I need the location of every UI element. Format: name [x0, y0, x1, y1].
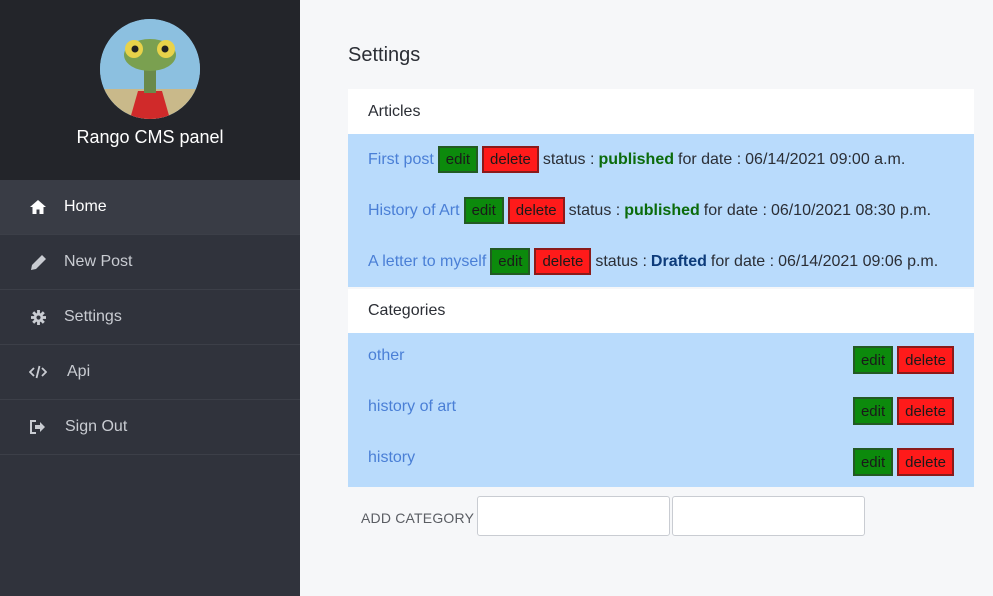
- categories-list: other edit delete history of art edit de…: [348, 333, 974, 487]
- delete-button[interactable]: delete: [481, 146, 539, 173]
- article-row: First post edit delete status : publishe…: [348, 134, 974, 185]
- edit-button[interactable]: edit: [490, 248, 531, 275]
- category-name-input[interactable]: [477, 496, 670, 536]
- sidebar-item-home[interactable]: Home: [0, 180, 300, 235]
- code-icon: [29, 363, 47, 381]
- date-value: 06/14/2021 09:00 a.m.: [745, 150, 906, 168]
- sidebar-nav: Home New Post Settings Api Sign Out: [0, 180, 300, 455]
- date-label: for date :: [703, 201, 767, 219]
- sidebar-item-label: Settings: [64, 308, 122, 325]
- delete-button[interactable]: delete: [897, 397, 954, 425]
- edit-button[interactable]: edit: [852, 448, 894, 476]
- category-description-input[interactable]: [672, 496, 865, 536]
- sign-out-icon: [29, 418, 47, 436]
- date-value: 06/10/2021 08:30 p.m.: [770, 201, 932, 219]
- brand-title: Rango CMS panel: [76, 127, 224, 147]
- sidebar-item-label: New Post: [64, 253, 133, 270]
- delete-button[interactable]: delete: [507, 197, 565, 224]
- sidebar: Rango CMS panel Home New Post Settings A…: [0, 0, 300, 596]
- category-row: other edit delete: [348, 333, 974, 384]
- status-label: status :: [568, 201, 621, 219]
- gear-icon: [29, 308, 47, 326]
- date-label: for date :: [710, 252, 775, 270]
- status-label: status :: [595, 252, 647, 270]
- category-link[interactable]: other: [368, 347, 404, 365]
- articles-header: Articles: [348, 89, 974, 134]
- edit-button[interactable]: edit: [852, 397, 894, 425]
- status-value: published: [598, 150, 674, 168]
- category-row: history edit delete: [348, 435, 974, 486]
- home-icon: [29, 198, 47, 216]
- avatar: [100, 19, 200, 119]
- delete-button[interactable]: delete: [897, 346, 954, 374]
- delete-button[interactable]: delete: [534, 248, 592, 275]
- article-row: History of Art edit delete status : publ…: [348, 185, 974, 236]
- page-title: Settings: [348, 44, 421, 66]
- add-category-label: ADD CATEGORY: [361, 510, 475, 526]
- sidebar-item-sign-out[interactable]: Sign Out: [0, 400, 300, 455]
- status-label: status :: [542, 150, 595, 168]
- add-category-form: ADD CATEGORY: [348, 496, 974, 536]
- sidebar-item-label: Home: [64, 198, 107, 215]
- article-title-link[interactable]: A letter to myself: [368, 253, 486, 271]
- date-label: for date :: [678, 150, 742, 168]
- category-link[interactable]: history: [368, 449, 415, 467]
- sidebar-item-label: Sign Out: [65, 418, 128, 435]
- article-title-link[interactable]: First post: [368, 151, 434, 169]
- pencil-icon: [29, 253, 47, 271]
- category-actions: edit delete: [849, 448, 954, 476]
- edit-button[interactable]: edit: [437, 146, 478, 173]
- status-value: published: [624, 201, 700, 219]
- delete-button[interactable]: delete: [897, 448, 954, 476]
- edit-button[interactable]: edit: [463, 197, 504, 224]
- sidebar-item-api[interactable]: Api: [0, 345, 300, 400]
- sidebar-item-label: Api: [67, 363, 91, 380]
- category-link[interactable]: history of art: [368, 398, 456, 416]
- status-value: Drafted: [650, 252, 707, 270]
- sidebar-item-new-post[interactable]: New Post: [0, 235, 300, 290]
- article-title-link[interactable]: History of Art: [368, 202, 460, 220]
- sidebar-item-settings[interactable]: Settings: [0, 290, 300, 345]
- category-row: history of art edit delete: [348, 384, 974, 435]
- edit-button[interactable]: edit: [852, 346, 894, 374]
- categories-header: Categories: [348, 289, 974, 333]
- category-actions: edit delete: [849, 346, 954, 374]
- category-actions: edit delete: [849, 397, 954, 425]
- articles-list: First post edit delete status : publishe…: [348, 134, 974, 287]
- article-row: A letter to myself edit delete status : …: [348, 236, 974, 287]
- date-value: 06/14/2021 09:06 p.m.: [778, 252, 939, 270]
